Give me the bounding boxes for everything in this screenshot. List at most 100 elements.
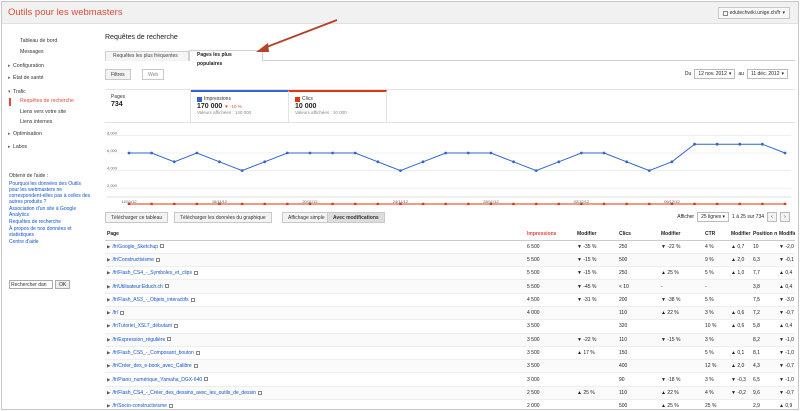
help-search-ok-button[interactable]: OK bbox=[55, 280, 71, 289]
page-link-cell[interactable]: ▶/fr/ bbox=[105, 306, 525, 321]
table-row[interactable]: ▶/fr/Utilisateur:Educh.ch 5 500 ▼ -45 % < 1… bbox=[105, 279, 795, 294]
column-header-7[interactable]: Position moy. bbox=[751, 229, 777, 241]
external-link-icon[interactable] bbox=[190, 297, 195, 302]
tab-top-queries[interactable]: Requêtes les plus fréquentes bbox=[105, 51, 189, 61]
expand-row-icon[interactable]: ▶ bbox=[107, 350, 110, 355]
expand-row-icon[interactable]: ▶ bbox=[107, 310, 110, 315]
sidebar-item-8[interactable]: Optimisation bbox=[8, 131, 42, 137]
rows-per-page-select[interactable]: 25 lignes ▾ bbox=[697, 212, 730, 222]
table-row[interactable]: ▶/fr/Google_Sketchup 6 500 ▼ -35 % 250 ▼ -22… bbox=[105, 240, 795, 254]
table-row[interactable]: ▶/fr/Piano_numérique_Yamaha_DGX-640 3 000… bbox=[105, 372, 795, 387]
sidebar-item-3[interactable]: État de santé bbox=[8, 75, 44, 81]
page-link-cell[interactable]: ▶/fr/Constructivisme bbox=[105, 253, 525, 268]
summary-impressions[interactable]: Impressions 170 000 ▼ -10 % Valeurs affi… bbox=[191, 90, 289, 123]
page-link-cell[interactable]: ▶/fr/Utilisateur:Educh.ch bbox=[105, 279, 525, 294]
expand-row-icon[interactable]: ▶ bbox=[107, 297, 110, 302]
page-url[interactable]: /fr/ bbox=[112, 310, 118, 316]
page-link-cell[interactable]: ▶/fr/Flash_CS4_-_Créer_des_dessins_avec_… bbox=[105, 386, 525, 401]
column-header-8[interactable]: Modifier bbox=[777, 229, 795, 241]
date-to-field[interactable]: 11 déc. 2012 ▾ bbox=[746, 69, 788, 79]
next-page-button[interactable]: › bbox=[780, 212, 790, 222]
column-header-3[interactable]: Clics bbox=[617, 229, 659, 241]
table-row[interactable]: ▶/fr/Flash_AS3_-_Objets_interactifs 4 500… bbox=[105, 293, 795, 307]
external-link-icon[interactable] bbox=[193, 270, 198, 275]
sidebar-item-5[interactable]: Requêtes de recherche bbox=[20, 98, 74, 104]
page-url[interactable]: /fr/Tutoriel_XSLT_débutant bbox=[112, 323, 171, 329]
expand-row-icon[interactable]: ▶ bbox=[107, 270, 110, 275]
column-header-2[interactable]: Modifier bbox=[575, 229, 617, 241]
column-header-5[interactable]: CTR bbox=[703, 229, 729, 241]
sidebar-item-0[interactable]: Tableau de bord bbox=[20, 38, 57, 44]
page-url[interactable]: /fr/Utilisateur:Educh.ch bbox=[112, 284, 162, 290]
site-selector[interactable]: edutechwiki.unige.ch/fr ▾ bbox=[717, 7, 790, 19]
expand-row-icon[interactable]: ▶ bbox=[107, 403, 110, 408]
page-url[interactable]: /fr/Flash_CS4_-_Symboles_et_clips bbox=[112, 270, 191, 276]
external-link-icon[interactable] bbox=[168, 403, 173, 408]
external-link-icon[interactable] bbox=[160, 244, 165, 249]
page-url[interactable]: /fr/Flash_AS3_-_Objets_interactifs bbox=[112, 297, 188, 303]
expand-row-icon[interactable]: ▶ bbox=[107, 257, 110, 262]
column-header-4[interactable]: Modifier bbox=[659, 229, 703, 241]
table-row[interactable]: ▶/fr/Créer_des_e-book_avec_Calibre 3 500 4… bbox=[105, 359, 795, 374]
page-url[interactable]: /fr/Constructivisme bbox=[112, 257, 153, 263]
sidebar-item-1[interactable]: Messages bbox=[20, 49, 44, 55]
expand-row-icon[interactable]: ▶ bbox=[107, 363, 110, 368]
page-url[interactable]: /fr/Créer_des_e-book_avec_Calibre bbox=[112, 363, 191, 369]
external-link-icon[interactable] bbox=[164, 284, 169, 289]
tab-top-pages[interactable]: Pages les plus populaires bbox=[189, 50, 263, 67]
page-link-cell[interactable]: ▶/fr/Flash_CS5_-_Composant_bouton bbox=[105, 346, 525, 361]
table-row[interactable]: ▶/fr/Flash_CS4_-_Créer_des_dessins_avec_… bbox=[105, 386, 795, 401]
date-from-field[interactable]: 12 nov. 2012 ▾ bbox=[694, 69, 736, 79]
page-url[interactable]: /fr/Flash_CS4_-_Créer_des_dessins_avec_l… bbox=[112, 390, 255, 396]
column-header-6[interactable]: Modifier bbox=[729, 229, 751, 241]
traffic-chart[interactable]: 8,000 6,000 4,000 2,000 12/11/12 16/11/12 20/1… bbox=[105, 127, 795, 205]
external-link-icon[interactable] bbox=[173, 324, 178, 329]
external-link-icon[interactable] bbox=[120, 310, 125, 315]
table-row[interactable]: ▶/fr/4 000 110 ▲ 22 % 3 % ▲ 0,6 7,2 ▼ -0,7 bbox=[105, 306, 795, 321]
page-link-cell[interactable]: ▶/fr/Flash_CS4_-_Symboles_et_clips bbox=[105, 266, 525, 281]
column-header-1[interactable]: Impressions bbox=[525, 229, 575, 241]
clicks-swatch[interactable] bbox=[295, 96, 300, 102]
page-link-cell[interactable]: ▶/fr/Créer_des_e-book_avec_Calibre bbox=[105, 359, 525, 374]
expand-row-icon[interactable]: ▶ bbox=[107, 377, 110, 382]
summary-clicks[interactable]: Clics 10 000 Valeurs affichées : 10 000 bbox=[289, 90, 387, 123]
sidebar-item-9[interactable]: Labos bbox=[8, 144, 27, 150]
table-row[interactable]: ▶/fr/Tutoriel_XSLT_débutant 3 500 320 10 % ▲… bbox=[105, 319, 795, 334]
sidebar-item-6[interactable]: Liens vers votre site bbox=[20, 109, 66, 115]
simple-view-button[interactable]: Affichage simple bbox=[282, 212, 331, 223]
external-link-icon[interactable] bbox=[195, 350, 200, 355]
expand-row-icon[interactable]: ▶ bbox=[107, 390, 110, 395]
page-link-cell[interactable]: ▶/fr/Piano_numérique_Yamaha_DGX-640 bbox=[105, 372, 525, 387]
page-url[interactable]: /fr/Socio-constructivisme bbox=[112, 403, 166, 409]
page-link-cell[interactable]: ▶/fr/Flash_AS3_-_Objets_interactifs bbox=[105, 293, 525, 307]
table-row[interactable]: ▶/fr/Constructivisme 5 500 ▼ -15 % 500 9 % ▲ … bbox=[105, 253, 795, 268]
table-row[interactable]: ▶/fr/Flash_CS4_-_Symboles_et_clips 5 500 ▼… bbox=[105, 266, 795, 281]
expand-row-icon[interactable]: ▶ bbox=[107, 284, 110, 289]
external-link-icon[interactable] bbox=[155, 257, 160, 262]
table-row[interactable]: ▶/fr/Flash_CS5_-_Composant_bouton 3 500 ▲ … bbox=[105, 346, 795, 361]
external-link-icon[interactable] bbox=[257, 390, 262, 395]
external-link-icon[interactable] bbox=[167, 337, 172, 342]
with-changes-button[interactable]: Avec modifications bbox=[327, 212, 385, 223]
expand-row-icon[interactable]: ▶ bbox=[107, 323, 110, 328]
help-link-search-queries[interactable]: Requêtes de recherche bbox=[9, 219, 91, 225]
external-link-icon[interactable] bbox=[193, 363, 198, 368]
page-link-cell[interactable]: ▶/fr/Google_Sketchup bbox=[105, 240, 525, 254]
expand-row-icon[interactable]: ▶ bbox=[107, 244, 110, 249]
page-url[interactable]: /fr/Piano_numérique_Yamaha_DGX-640 bbox=[112, 377, 202, 383]
help-link-data-mismatch[interactable]: Pourquoi les données des Outils pour les… bbox=[9, 181, 91, 205]
help-link-help-center[interactable]: Centre d'aide bbox=[9, 239, 91, 245]
help-link-data-stats[interactable]: À propos de nos données et statistiques bbox=[9, 226, 91, 238]
sidebar-item-2[interactable]: Configuration bbox=[8, 63, 44, 69]
download-table-button[interactable]: Télécharger ce tableau bbox=[105, 212, 169, 223]
expand-row-icon[interactable]: ▶ bbox=[107, 337, 110, 342]
table-row[interactable]: ▶/fr/Socio-constructivisme 2 000 500 ▲ 25 %… bbox=[105, 399, 795, 409]
page-link-cell[interactable]: ▶/fr/Expression_régulière bbox=[105, 333, 525, 347]
prev-page-button[interactable]: ‹ bbox=[767, 212, 777, 222]
sidebar-item-4[interactable]: Trafic bbox=[8, 89, 26, 95]
table-row[interactable]: ▶/fr/Expression_régulière 3 500 ▼ -22 % 110… bbox=[105, 333, 795, 347]
impressions-swatch[interactable] bbox=[197, 96, 202, 102]
download-chart-button[interactable]: Télécharger les données du graphique bbox=[174, 212, 272, 223]
page-link-cell[interactable]: ▶/fr/Tutoriel_XSLT_débutant bbox=[105, 319, 525, 334]
app-title[interactable]: Outils pour les webmasters bbox=[8, 7, 123, 18]
